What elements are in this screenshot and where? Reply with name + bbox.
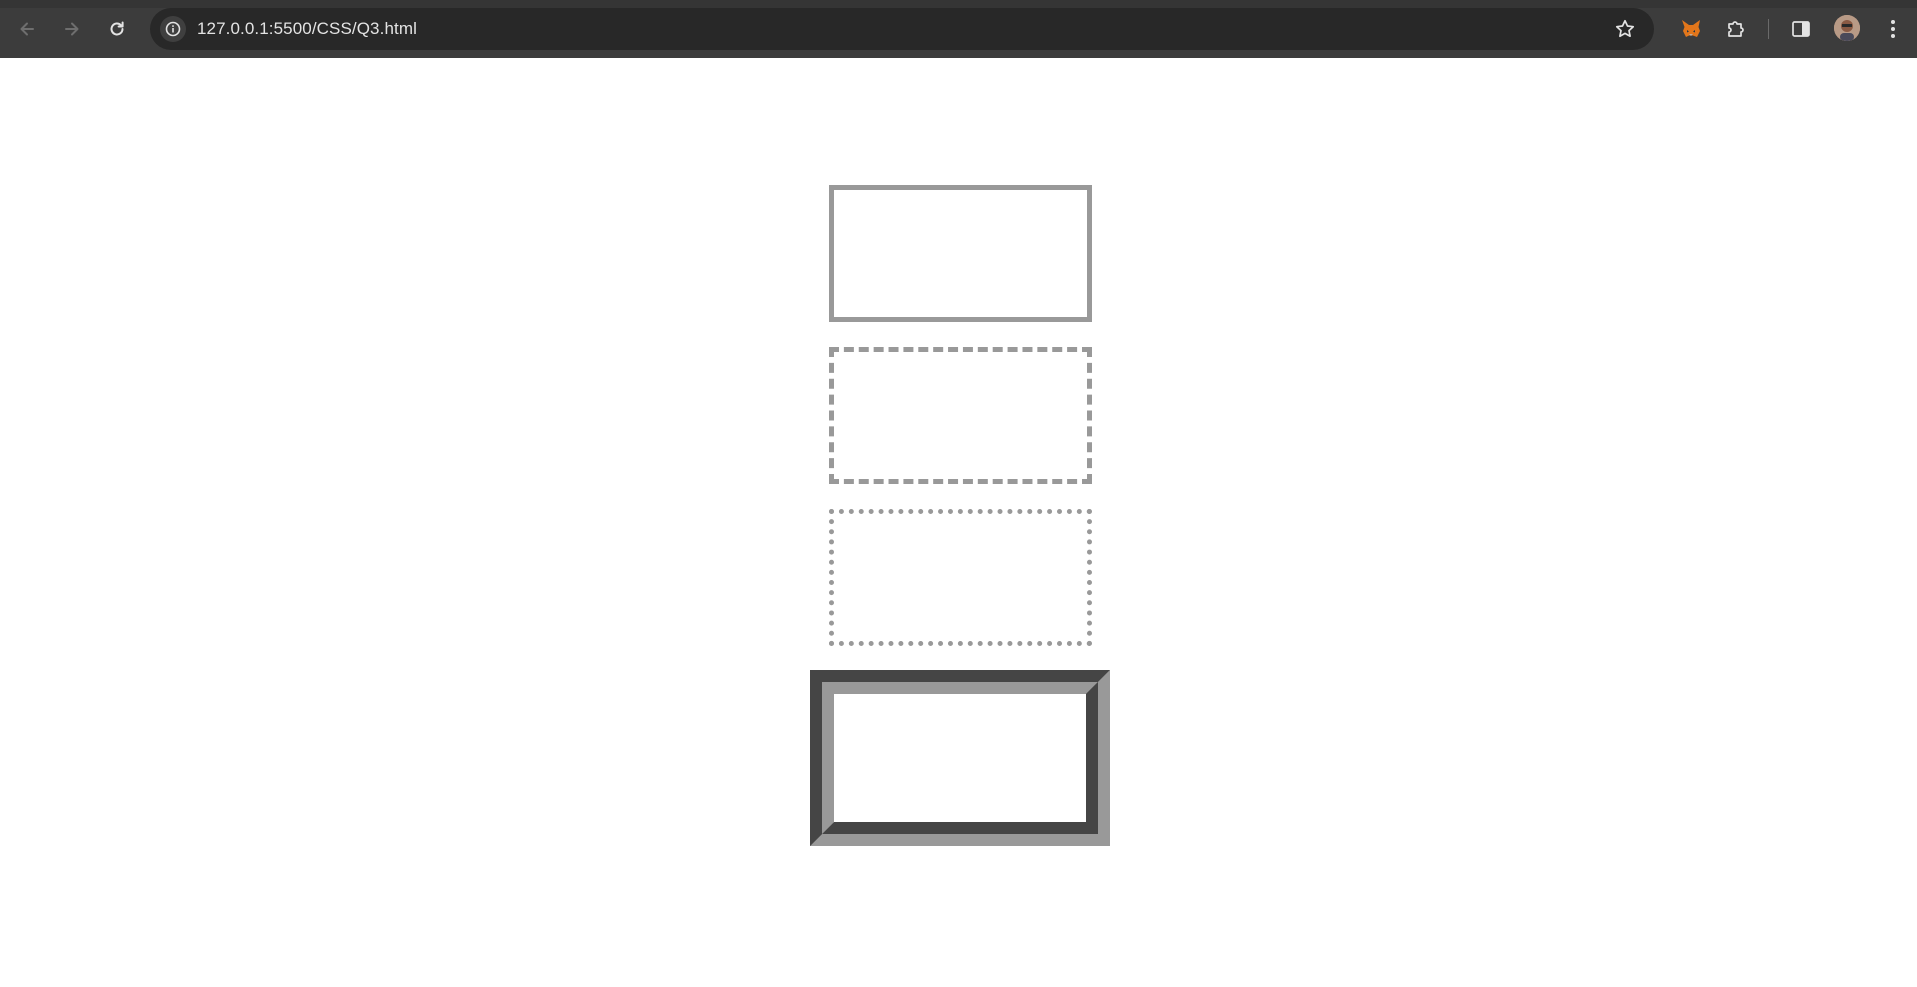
dotted-border-box [829, 509, 1092, 646]
star-icon[interactable] [1614, 18, 1636, 40]
tab-strip [0, 0, 1917, 8]
side-panel-icon [1792, 21, 1810, 37]
metamask-extension-button[interactable] [1676, 14, 1706, 44]
forward-button[interactable] [55, 12, 89, 46]
side-panel-button[interactable] [1786, 14, 1816, 44]
browser-menu-button[interactable] [1878, 14, 1908, 44]
site-info-button[interactable] [160, 16, 186, 42]
kebab-menu-icon [1891, 20, 1895, 38]
fox-icon [1682, 20, 1700, 37]
solid-border-box [829, 185, 1092, 322]
arrow-left-icon [20, 22, 34, 36]
dashed-border-box [829, 347, 1092, 484]
extensions-button[interactable] [1721, 14, 1751, 44]
reload-icon [110, 21, 124, 36]
browser-toolbar: 127.0.0.1:5500/CSS/Q3.html [0, 0, 1917, 58]
address-bar[interactable]: 127.0.0.1:5500/CSS/Q3.html [150, 8, 1654, 50]
back-button[interactable] [10, 12, 44, 46]
arrow-right-icon [65, 22, 79, 36]
info-icon [165, 21, 181, 37]
url-text[interactable]: 127.0.0.1:5500/CSS/Q3.html [197, 19, 417, 39]
reload-button[interactable] [100, 12, 134, 46]
toolbar-separator [1768, 19, 1769, 39]
groove-border-box [810, 670, 1110, 846]
avatar[interactable] [1834, 15, 1860, 41]
profile-photo-icon [1834, 15, 1860, 41]
puzzle-icon [1728, 21, 1744, 37]
